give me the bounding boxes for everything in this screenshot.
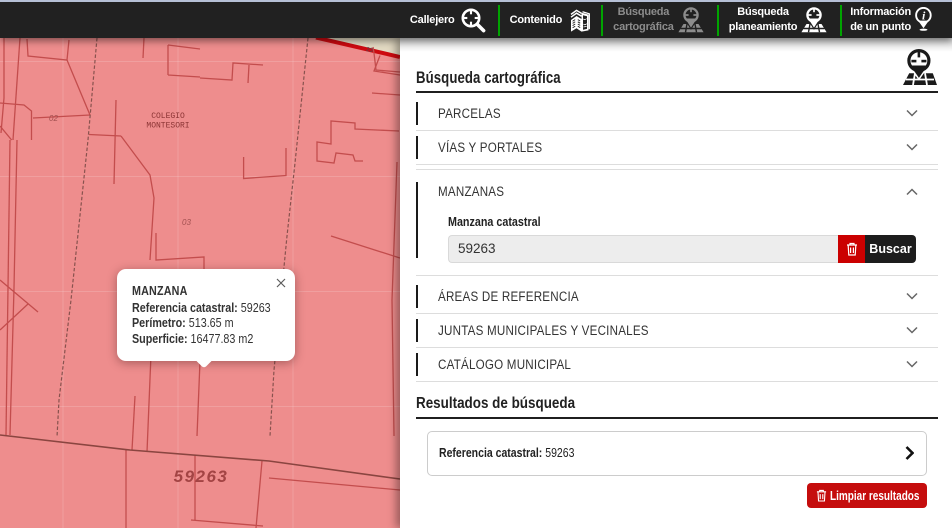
svg-text:MONTESORI: MONTESORI xyxy=(146,122,189,131)
svg-text:COLEGIO: COLEGIO xyxy=(151,112,185,121)
svg-text:02: 02 xyxy=(49,114,58,123)
svg-text:i: i xyxy=(922,9,926,23)
svg-text:59263: 59263 xyxy=(174,467,229,486)
svg-text:03: 03 xyxy=(182,218,191,227)
